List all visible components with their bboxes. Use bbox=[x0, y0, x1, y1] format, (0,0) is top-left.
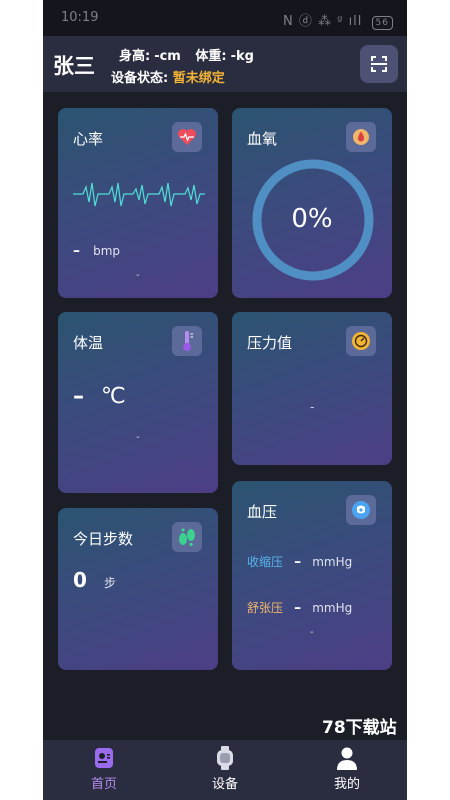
bottom-nav: 首页 设备 我的 bbox=[43, 740, 407, 800]
status-icons: N ⓓ ⁂ ᵍ ıll 56 bbox=[283, 10, 393, 30]
pressure-card[interactable]: 压力值 - bbox=[232, 312, 392, 465]
drop-icon bbox=[346, 122, 376, 152]
blood-oxygen-title: 血氧 bbox=[247, 130, 278, 148]
diastolic-unit: mmHg bbox=[312, 601, 353, 615]
steps-value: 0 bbox=[73, 568, 87, 592]
blood-pressure-footer: - bbox=[310, 627, 314, 638]
blood-oxygen-card[interactable]: 血氧 0% bbox=[232, 108, 392, 298]
nav-me[interactable]: 我的 bbox=[307, 746, 387, 792]
nav-device[interactable]: 设备 bbox=[185, 746, 265, 792]
weight-label: 体重: bbox=[195, 49, 227, 64]
user-name: 张三 bbox=[53, 54, 95, 78]
status-bar: 10:19 N ⓓ ⁂ ᵍ ıll 56 bbox=[43, 0, 407, 36]
heart-rate-title: 心率 bbox=[73, 130, 104, 148]
battery-icon: 56 bbox=[371, 16, 393, 30]
temperature-unit: ℃ bbox=[101, 384, 126, 409]
watch-icon bbox=[213, 746, 237, 770]
footprints-icon bbox=[172, 522, 202, 552]
pressure-title: 压力值 bbox=[247, 334, 293, 352]
heart-icon bbox=[172, 122, 202, 152]
profile-header: 张三 身高: -cm 体重: -kg 设备状态: 暂未绑定 bbox=[43, 36, 407, 92]
systolic-unit: mmHg bbox=[312, 555, 353, 569]
steps-title: 今日步数 bbox=[73, 530, 134, 548]
thermometer-icon bbox=[172, 326, 202, 356]
scan-icon bbox=[371, 56, 387, 72]
heart-rate-unit: bmp bbox=[93, 244, 121, 258]
body-metrics: 身高: -cm 体重: -kg bbox=[119, 45, 258, 64]
blood-pressure-card[interactable]: 血压 收缩压 – mmHg 舒张压 – mmHg - bbox=[232, 481, 392, 670]
phone-screen: 10:19 N ⓓ ⁂ ᵍ ıll 56 张三 身高: -cm 体重: -kg 设备… bbox=[43, 0, 407, 800]
blood-pressure-title: 血压 bbox=[247, 503, 278, 521]
systolic-value: – bbox=[294, 554, 302, 570]
status-time: 10:19 bbox=[61, 10, 99, 25]
heart-rate-footer: - bbox=[136, 270, 140, 281]
diastolic-label: 舒张压 bbox=[247, 601, 284, 615]
heart-rate-value: – bbox=[73, 243, 80, 259]
height-value: -cm bbox=[154, 49, 181, 64]
gauge-icon bbox=[346, 326, 376, 356]
nav-home[interactable]: 首页 bbox=[64, 746, 144, 792]
heart-rate-card[interactable]: 心率 – bmp - bbox=[58, 108, 218, 298]
bp-icon bbox=[346, 495, 376, 525]
nav-me-label: 我的 bbox=[333, 777, 360, 792]
heart-rate-waveform bbox=[73, 182, 205, 207]
temperature-value: – bbox=[73, 384, 84, 409]
scan-button[interactable] bbox=[360, 45, 398, 83]
steps-unit: 步 bbox=[104, 576, 117, 590]
temperature-title: 体温 bbox=[73, 334, 104, 352]
watermark-text: 78下载站 bbox=[322, 718, 397, 738]
blood-oxygen-value: 0% bbox=[291, 204, 333, 234]
nav-home-label: 首页 bbox=[90, 777, 117, 792]
device-status: 暂未绑定 bbox=[172, 71, 225, 86]
signal-icons: N ⓓ ⁂ ᵍ ıll bbox=[283, 14, 363, 29]
weight-value: -kg bbox=[230, 49, 254, 64]
height-label: 身高: bbox=[119, 49, 151, 64]
steps-card[interactable]: 今日步数 0 步 bbox=[58, 508, 218, 670]
systolic-label: 收缩压 bbox=[247, 555, 284, 569]
home-card-icon bbox=[92, 746, 116, 770]
user-icon bbox=[335, 746, 359, 770]
temperature-footer: - bbox=[136, 432, 140, 443]
temperature-card[interactable]: 体温 – ℃ - bbox=[58, 312, 218, 493]
device-label: 设备状态: bbox=[111, 71, 169, 86]
diastolic-value: – bbox=[294, 600, 302, 616]
nav-device-label: 设备 bbox=[211, 777, 238, 792]
device-state: 设备状态: 暂未绑定 bbox=[111, 67, 225, 86]
pressure-value: - bbox=[310, 400, 315, 414]
